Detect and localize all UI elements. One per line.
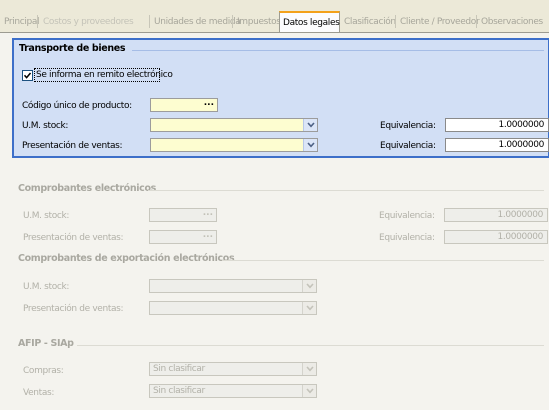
tab-impuestos[interactable]: Impuestos xyxy=(233,14,281,31)
tab-bar: Principal Costos y proveedores Unidades … xyxy=(0,0,549,33)
ellipsis-icon[interactable]: ... xyxy=(204,98,214,109)
afip-compras-label: Compras: xyxy=(23,366,64,376)
chevron-down-icon xyxy=(306,388,314,394)
ellipsis-icon[interactable]: ... xyxy=(203,230,213,241)
afip-compras-select[interactable]: Sin clasificar xyxy=(149,362,317,376)
chevron-down-icon xyxy=(306,305,314,311)
tab-datos-legales[interactable]: Datos legales xyxy=(279,11,340,32)
comprobantes-presentacion-label: Presentación de ventas: xyxy=(23,233,124,243)
transporte-section: Transporte de bienes Se informa en remit… xyxy=(12,38,549,158)
presentacion-ventas-select[interactable] xyxy=(150,138,318,152)
um-stock-select[interactable] xyxy=(150,118,318,132)
exportacion-um-stock-select[interactable] xyxy=(149,279,317,293)
comprobantes-um-stock-input[interactable]: ... xyxy=(149,208,217,222)
equivalencia-value: 1.0000000 xyxy=(497,210,543,220)
tab-unidades-medida[interactable]: Unidades de medida xyxy=(150,14,241,31)
tab-clasificacion[interactable]: Clasificación xyxy=(340,14,396,31)
tab-principal[interactable]: Principal xyxy=(0,14,40,31)
checkmark-icon xyxy=(24,72,31,79)
tab-cliente-proveedor[interactable]: Cliente / Proveedor xyxy=(396,14,480,31)
dropdown-button[interactable] xyxy=(302,363,316,375)
exportacion-um-stock-label: U.M. stock: xyxy=(23,282,70,292)
comprobantes-equivalencia-input[interactable]: 1.0000000 xyxy=(444,208,548,222)
chevron-down-icon xyxy=(306,283,314,289)
equivalencia-value: 1.0000000 xyxy=(498,140,544,150)
comprobantes-presentacion-input[interactable]: ... xyxy=(149,230,217,244)
exportacion-presentacion-select[interactable] xyxy=(149,301,317,315)
comprobantes-equivalencia-input[interactable]: 1.0000000 xyxy=(444,230,548,244)
section-divider xyxy=(222,260,544,261)
section-divider xyxy=(77,345,544,346)
equivalencia-value: 1.0000000 xyxy=(497,232,543,242)
chevron-down-icon xyxy=(307,122,315,128)
equivalencia-label: Equivalencia: xyxy=(380,141,436,151)
comprobantes-title: Comprobantes electrónicos xyxy=(18,183,156,194)
exportacion-title: Comprobantes de exportación electrónicos xyxy=(18,253,235,264)
dropdown-button[interactable] xyxy=(302,302,316,314)
section-divider xyxy=(132,50,544,51)
um-stock-label: U.M. stock: xyxy=(22,121,69,131)
comprobantes-equivalencia-label: Equivalencia: xyxy=(379,233,435,243)
exportacion-presentacion-label: Presentación de ventas: xyxy=(23,304,124,314)
equivalencia-presentacion-input[interactable]: 1.0000000 xyxy=(445,138,549,152)
codigo-producto-input[interactable]: ... xyxy=(150,98,218,112)
afip-compras-value: Sin clasificar xyxy=(153,364,205,374)
afip-ventas-value: Sin clasificar xyxy=(153,386,205,396)
afip-title: AFIP - SIAp xyxy=(18,338,74,349)
dropdown-button[interactable] xyxy=(303,119,317,131)
transporte-title: Transporte de bienes xyxy=(19,43,126,54)
codigo-producto-label: Código único de producto: xyxy=(22,101,132,111)
equivalencia-um-input[interactable]: 1.0000000 xyxy=(445,118,549,132)
presentacion-ventas-label: Presentación de ventas: xyxy=(22,141,123,151)
tab-separator xyxy=(37,15,38,28)
tab-observaciones[interactable]: Observaciones xyxy=(477,14,543,31)
afip-ventas-label: Ventas: xyxy=(23,388,55,398)
ellipsis-icon[interactable]: ... xyxy=(203,208,213,219)
comprobantes-um-stock-label: U.M. stock: xyxy=(23,211,70,221)
dropdown-button[interactable] xyxy=(302,385,316,397)
remito-electronico-label: Se informa en remito electrónico xyxy=(36,70,173,80)
chevron-down-icon xyxy=(307,142,315,148)
afip-ventas-select[interactable]: Sin clasificar xyxy=(149,384,317,398)
dropdown-button[interactable] xyxy=(302,280,316,292)
section-divider xyxy=(148,190,544,191)
comprobantes-equivalencia-label: Equivalencia: xyxy=(379,211,435,221)
equivalencia-value: 1.0000000 xyxy=(498,120,544,130)
chevron-down-icon xyxy=(306,366,314,372)
dropdown-button[interactable] xyxy=(303,139,317,151)
remito-electronico-checkbox[interactable] xyxy=(22,70,33,81)
tab-costos-proveedores[interactable]: Costos y proveedores xyxy=(39,14,143,31)
equivalencia-label: Equivalencia: xyxy=(380,121,436,131)
